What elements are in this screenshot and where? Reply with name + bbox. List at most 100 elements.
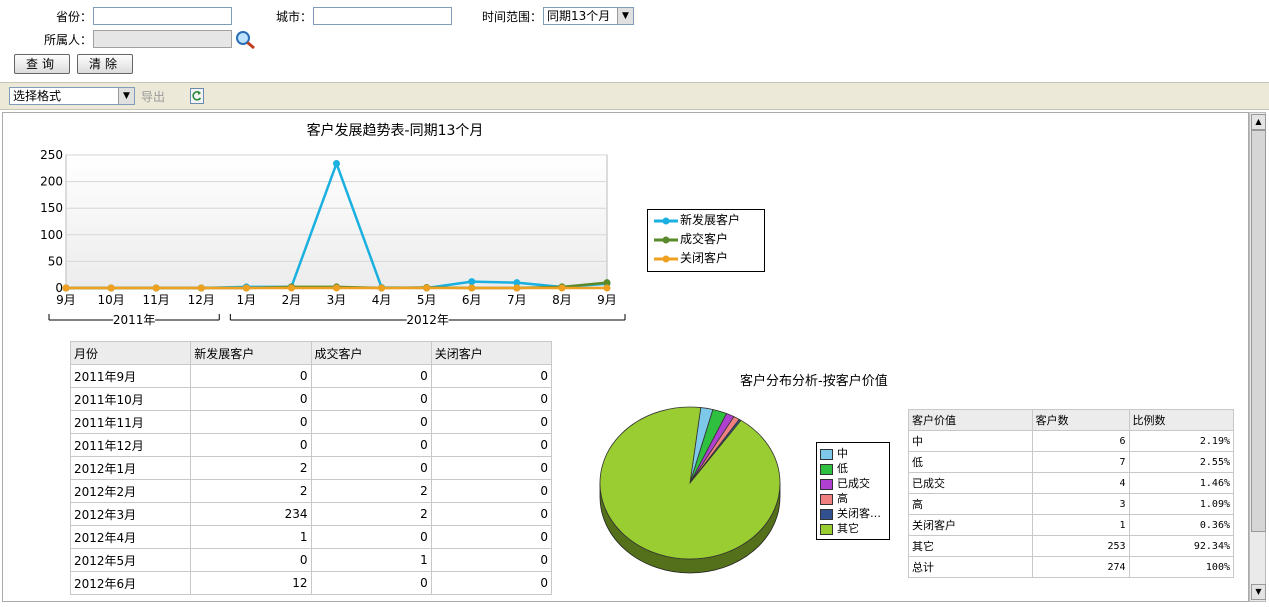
y-tick-label: 150 — [40, 201, 63, 215]
province-input[interactable] — [93, 7, 232, 25]
table-row: 2012年6月 12 0 0 — [69, 571, 553, 595]
table-cell: 0 — [430, 387, 553, 411]
table-cell: 2012年1月 — [69, 456, 192, 480]
x-tick-label: 12月 — [188, 293, 215, 307]
time-range-select[interactable]: 同期13个月 ▼ — [543, 7, 634, 25]
legend-swatch — [820, 523, 833, 535]
legend-entry: 成交客户 — [648, 231, 764, 248]
pie-slice — [599, 406, 781, 560]
table-cell: 0 — [430, 433, 553, 457]
legend-entry: 中 — [817, 446, 889, 461]
x-tick-label: 8月 — [552, 293, 572, 307]
table-cell: 0 — [190, 548, 312, 572]
export-link[interactable]: 导出 — [141, 88, 165, 105]
table-row: 2012年2月 2 2 0 — [69, 479, 553, 503]
line-chart-title: 客户发展趋势表-同期13个月 — [307, 122, 484, 139]
city-input[interactable] — [313, 7, 452, 25]
dropdown-arrow-icon[interactable]: ▼ — [118, 88, 134, 104]
table-cell: 0 — [310, 387, 432, 411]
x-tick-label: 11月 — [143, 293, 170, 307]
monthly-data-table: 月份 新发展客户 成交客户 关闭客户 2011年9月 0 0 0 2011年10月 0 0 0 201… — [69, 341, 553, 595]
owner-label: 所属人： — [44, 33, 93, 47]
legend-swatch — [654, 217, 678, 224]
table-cell: 1 — [310, 548, 432, 572]
table-row: 低 7 2.55% — [908, 451, 1234, 473]
series-point — [242, 284, 250, 292]
x-tick-label: 9月 — [56, 293, 76, 307]
scroll-up-icon[interactable]: ▲ — [1251, 114, 1266, 130]
table-cell: 7 — [1031, 451, 1130, 473]
table-cell: 0 — [190, 433, 312, 457]
table-cell: 253 — [1031, 535, 1130, 557]
series-point — [333, 284, 340, 292]
pie-chart-title: 客户分布分析-按客户价值 — [740, 374, 888, 389]
legend-entry: 其它 — [817, 521, 889, 536]
x-tick-label: 7月 — [507, 293, 527, 307]
legend-label: 中 — [837, 447, 848, 460]
legend-swatch-dot — [662, 236, 670, 243]
series-point — [197, 284, 205, 292]
table-cell: 92.34% — [1128, 535, 1234, 557]
x-tick-label: 1月 — [237, 293, 257, 307]
table-cell: 3 — [1031, 493, 1130, 515]
line-chart-legend: 新发展客户 成交客户 关闭客户 — [647, 209, 765, 272]
legend-swatch — [654, 255, 678, 262]
table-cell: 关闭客户 — [908, 514, 1033, 536]
table-cell: 2011年10月 — [69, 387, 192, 411]
legend-swatch — [820, 478, 833, 490]
table-row: 2011年10月 0 0 0 — [69, 387, 553, 411]
table-cell: 其它 — [908, 535, 1033, 557]
series-point — [513, 284, 521, 292]
x-tick-label: 6月 — [462, 293, 482, 307]
table-cell: 1.46% — [1128, 472, 1234, 494]
table-cell: 2012年2月 — [69, 479, 192, 503]
table-cell: 0 — [430, 502, 553, 526]
clear-button[interactable]: 清除 — [77, 54, 133, 74]
table-cell: 0 — [430, 548, 553, 572]
series-point — [62, 284, 70, 292]
scroll-thumb[interactable] — [1251, 130, 1266, 532]
table-cell: 1 — [190, 525, 312, 549]
table-row: 总计 274 100% — [908, 556, 1234, 578]
city-label: 城市： — [276, 10, 313, 24]
table-cell: 2 — [190, 456, 312, 480]
legend-swatch-dot — [662, 217, 670, 224]
report-content: 客户发展趋势表-同期13个月 0 50 100 150 200 250 9月 10月 11月 1… — [2, 112, 1249, 602]
table-cell: 0 — [190, 364, 312, 388]
format-select[interactable]: 选择格式 ▼ — [9, 87, 135, 105]
series-point — [107, 284, 115, 292]
table-cell: 2 — [310, 479, 432, 503]
table-row: 2011年9月 0 0 0 — [69, 364, 553, 388]
table-row: 其它 253 92.34% — [908, 535, 1234, 557]
legend-label: 其它 — [837, 522, 859, 535]
table-cell: 2012年3月 — [69, 502, 192, 526]
query-button[interactable]: 查询 — [14, 54, 70, 74]
y-tick-label: 200 — [40, 175, 63, 189]
series-point — [152, 284, 160, 292]
legend-entry: 高 — [817, 491, 889, 506]
magnifier-search-icon[interactable] — [235, 30, 257, 50]
dropdown-arrow-icon[interactable]: ▼ — [617, 8, 633, 24]
legend-label: 已成交 — [837, 477, 870, 490]
table-header-cell: 月份 — [69, 341, 192, 365]
legend-label: 成交客户 — [680, 232, 729, 246]
table-cell: 0 — [310, 525, 432, 549]
vertical-scrollbar[interactable]: ▲ ▼ — [1249, 112, 1266, 602]
table-row: 2011年11月 0 0 0 — [69, 410, 553, 434]
table-row: 已成交 4 1.46% — [908, 472, 1234, 494]
y-tick-label: 50 — [48, 254, 63, 268]
scroll-down-icon[interactable]: ▼ — [1251, 584, 1266, 600]
table-cell: 1 — [1031, 514, 1130, 536]
x-tick-label: 2月 — [282, 293, 302, 307]
table-row: 中 6 2.19% — [908, 430, 1234, 452]
table-cell: 已成交 — [908, 472, 1033, 494]
table-cell: 中 — [908, 430, 1033, 452]
refresh-icon[interactable] — [190, 88, 204, 104]
table-cell: 总计 — [908, 556, 1033, 578]
table-cell: 274 — [1031, 556, 1130, 578]
table-row: 2012年5月 0 1 0 — [69, 548, 553, 572]
x-tick-label: 3月 — [327, 293, 347, 307]
series-point — [287, 284, 295, 292]
table-row: 2012年3月 234 2 0 — [69, 502, 553, 526]
table-cell: 0 — [310, 410, 432, 434]
